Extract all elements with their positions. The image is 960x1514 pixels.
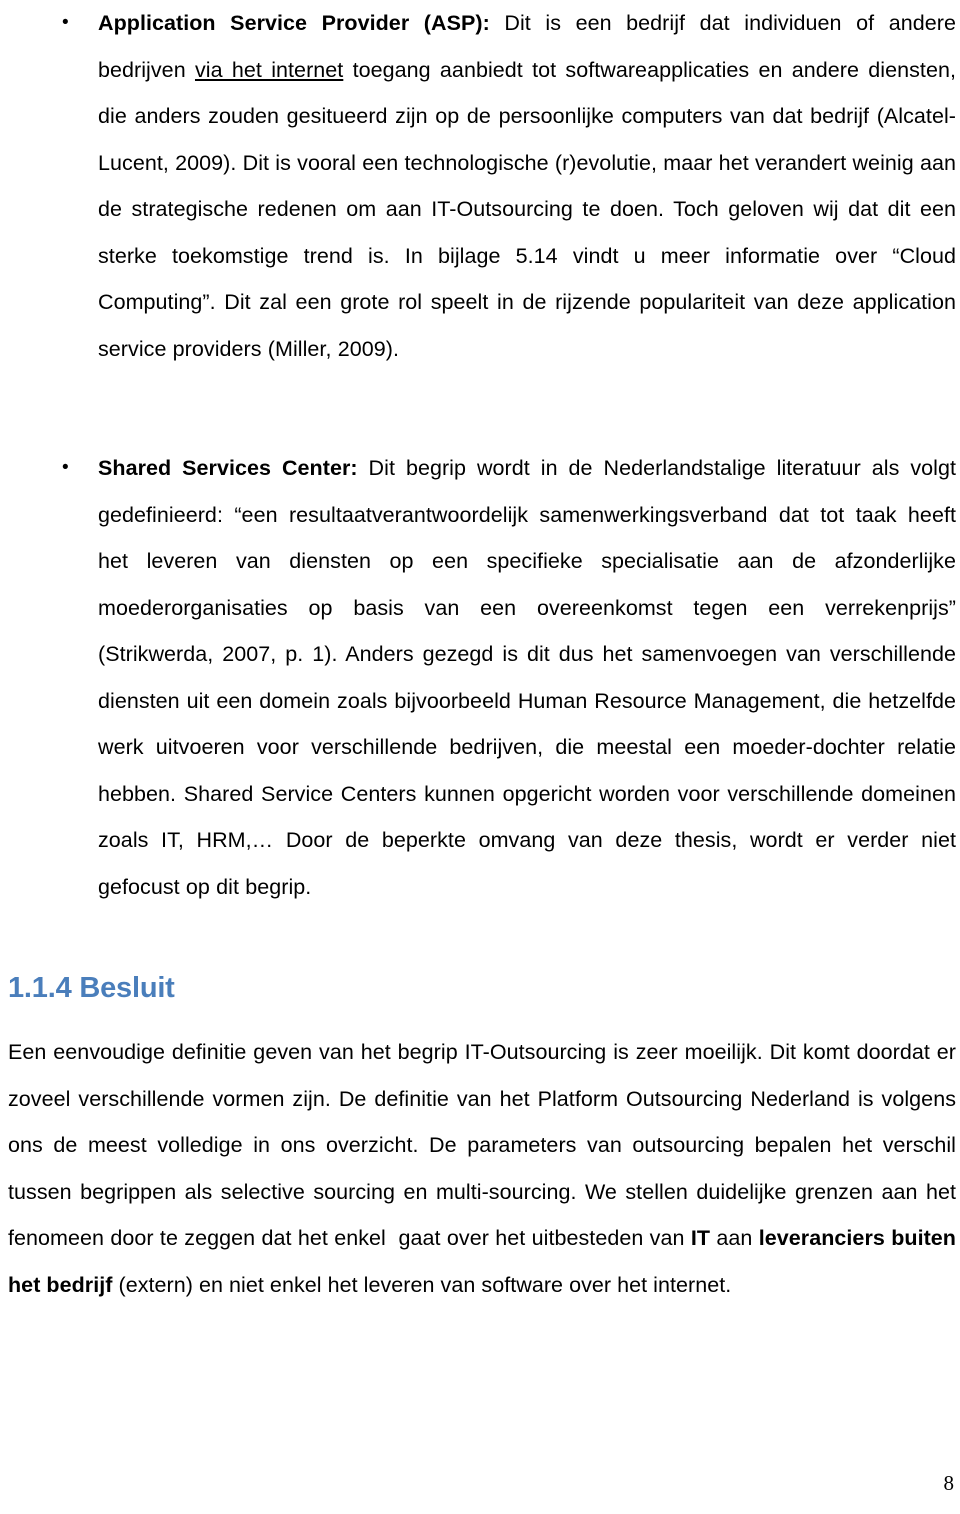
bullet-point-icon: •	[62, 12, 69, 33]
section-heading-besluit: 1.1.4 Besluit	[8, 972, 175, 1004]
bullet-point-icon: •	[62, 457, 69, 478]
page-content: • Application Service Provider (ASP): Di…	[8, 0, 956, 1308]
list-item-asp: • Application Service Provider (ASP): Di…	[8, 0, 956, 372]
underlined-phrase-via-het-internet: via het internet	[194, 57, 344, 82]
term-asp: Application Service Provider (ASP):	[98, 11, 490, 35]
list-item-shared-services-center: • Shared Services Center: Dit begrip wor…	[8, 445, 956, 910]
heading-spacer-above	[8, 910, 956, 965]
besluit-text-part-3: (extern) en niet enkel het leveren van s…	[112, 1272, 732, 1297]
besluit-text-part-2: aan	[710, 1226, 759, 1250]
paragraph-asp: Application Service Provider (ASP): Dit …	[98, 0, 956, 372]
term-shared-services-center: Shared Services Center:	[98, 456, 358, 480]
heading-spacer-below	[8, 1011, 956, 1029]
page-number: 8	[943, 1471, 955, 1495]
definition-bullet-list: • Application Service Provider (ASP): Di…	[8, 0, 956, 910]
paragraph-spacer	[8, 372, 956, 445]
ssc-text: Dit begrip wordt in de Nederlandstalige …	[98, 456, 956, 899]
besluit-text-part-1: Een eenvoudige definitie geven van het b…	[8, 1040, 956, 1250]
bold-term-it: IT	[690, 1226, 711, 1250]
asp-text-after-link: toegang aanbiedt tot softwareapplicaties…	[98, 57, 956, 361]
paragraph-besluit: Een eenvoudige definitie geven van het b…	[8, 1029, 956, 1308]
document-page: • Application Service Provider (ASP): Di…	[0, 0, 960, 1514]
paragraph-shared-services-center: Shared Services Center: Dit begrip wordt…	[98, 445, 956, 910]
